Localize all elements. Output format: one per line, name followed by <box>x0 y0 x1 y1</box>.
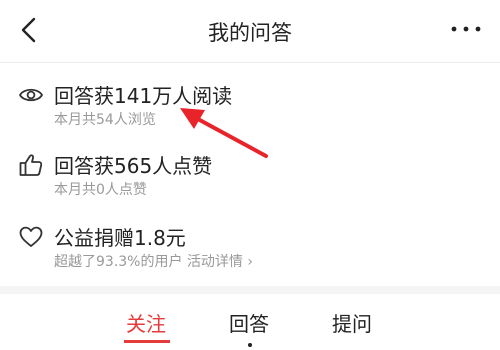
page-title: 我的问答 <box>208 21 292 45</box>
reads-subtitle: 本月共54人浏览 <box>54 112 156 128</box>
stat-charity: 公益捐赠1.8元 超越了93.3%的用户 活动详情 › <box>0 220 500 276</box>
top-navigation-bar: 我的问答 <box>0 0 500 62</box>
active-tab-indicator <box>124 340 170 343</box>
tab-answers[interactable]: 回答 <box>229 308 269 337</box>
likes-subtitle: 本月共0人点赞 <box>54 182 147 198</box>
tab-dot <box>248 343 252 347</box>
charity-subtitle: 超越了93.3%的用户 活动详情 › <box>54 251 253 271</box>
heart-icon <box>19 226 43 247</box>
stat-likes: 回答获565人点赞 本月共0人点赞 <box>0 148 500 204</box>
more-horizontal-icon <box>451 26 481 32</box>
section-divider <box>0 286 500 294</box>
charity-rank-text: 超越了93.3%的用户 <box>54 254 183 270</box>
charity-title: 公益捐赠1.8元 <box>54 226 186 250</box>
stat-reads: 回答获141万人阅读 本月共54人浏览 <box>0 78 500 134</box>
tab-questions[interactable]: 提问 <box>332 308 372 337</box>
eye-icon <box>19 88 43 102</box>
thumbs-up-icon <box>19 154 43 176</box>
more-button[interactable] <box>446 17 486 41</box>
likes-title: 回答获565人点赞 <box>54 154 213 178</box>
header-divider <box>0 62 500 63</box>
tab-following[interactable]: 关注 <box>126 308 166 337</box>
activity-details-link[interactable]: 活动详情 › <box>187 254 253 270</box>
tab-bar: 关注 回答 提问 <box>0 294 500 350</box>
reads-title: 回答获141万人阅读 <box>54 84 233 108</box>
